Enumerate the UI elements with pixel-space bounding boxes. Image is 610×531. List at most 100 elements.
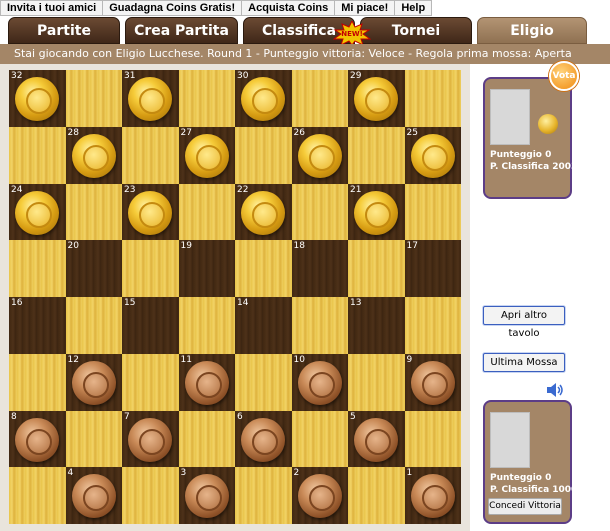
- square-number: 13: [350, 298, 362, 308]
- gold-checker-piece[interactable]: [410, 133, 455, 178]
- board-square-playable[interactable]: 15: [122, 297, 179, 354]
- board-square-playable[interactable]: 11: [178, 353, 235, 411]
- gold-checker-piece[interactable]: [128, 190, 172, 235]
- brown-checker-piece[interactable]: [354, 417, 398, 462]
- gold-checker-piece[interactable]: [15, 77, 59, 121]
- board-square-playable[interactable]: 2: [291, 467, 348, 524]
- square-number: 8: [11, 411, 17, 422]
- board-square: [9, 353, 66, 411]
- square-number: 2: [293, 468, 300, 479]
- last-move-button[interactable]: Ultima Mossa: [483, 353, 565, 372]
- square-number: 10: [293, 354, 305, 365]
- board-square: [404, 410, 461, 468]
- board-square: [122, 240, 179, 297]
- board-square: [65, 297, 122, 354]
- gold-checker-piece[interactable]: [184, 133, 229, 178]
- board-square-playable[interactable]: 32: [9, 70, 66, 127]
- board-square-playable[interactable]: 13: [348, 297, 405, 354]
- gold-checker-piece[interactable]: [71, 133, 116, 178]
- brown-checker-piece[interactable]: [241, 417, 285, 462]
- board-square-playable[interactable]: 9: [404, 353, 461, 411]
- board-square-playable[interactable]: 6: [235, 410, 292, 468]
- board-square: [122, 353, 179, 411]
- board-square-playable[interactable]: 18: [291, 240, 348, 297]
- help-link[interactable]: Help: [395, 0, 433, 16]
- tab-user[interactable]: Eligio: [477, 17, 587, 44]
- gold-checker-piece[interactable]: [297, 133, 342, 178]
- buy-coins-link[interactable]: Acquista Coins: [242, 0, 336, 16]
- board-square: [9, 240, 66, 297]
- square-number: 4: [67, 468, 74, 479]
- board-square-playable[interactable]: 28: [65, 126, 122, 184]
- board-square-playable[interactable]: 4: [65, 467, 122, 524]
- board-square-playable[interactable]: 16: [9, 297, 66, 354]
- square-number: 7: [124, 411, 130, 422]
- brown-checker-piece[interactable]: [71, 360, 116, 405]
- brown-checker-piece[interactable]: [184, 474, 229, 519]
- board-square-playable[interactable]: 14: [235, 297, 292, 354]
- square-number: 31: [124, 71, 136, 81]
- square-number: 27: [180, 127, 192, 138]
- board-square-playable[interactable]: 20: [65, 240, 122, 297]
- opponent-score: Punteggio 0: [490, 150, 552, 160]
- board-square: [404, 183, 461, 241]
- board-square-playable[interactable]: 21: [348, 183, 405, 241]
- gold-checker-piece[interactable]: [241, 190, 285, 235]
- board-square-playable[interactable]: 24: [9, 183, 66, 241]
- brown-checker-piece[interactable]: [297, 474, 342, 519]
- earn-coins-link[interactable]: Guadagna Coins Gratis!: [103, 0, 243, 16]
- brown-checker-piece[interactable]: [71, 474, 116, 519]
- board-square-playable[interactable]: 5: [348, 410, 405, 468]
- square-number: 30: [237, 71, 249, 81]
- checkers-board[interactable]: 32 31 30 29 28 27 26 25 24 23 22 21 20 19 18 17 16 15 14 13…: [9, 70, 461, 524]
- brown-checker-piece[interactable]: [410, 360, 455, 405]
- my-rank: P. Classifica 1000: [490, 485, 578, 495]
- concede-victory-button[interactable]: Concedi Vittoria: [488, 498, 562, 515]
- board-square-playable[interactable]: 10: [291, 353, 348, 411]
- board-square: [122, 467, 179, 524]
- board-square-playable[interactable]: 3: [178, 467, 235, 524]
- tab-tornei[interactable]: Tornei: [360, 17, 472, 44]
- board-square-playable[interactable]: 25: [404, 126, 461, 184]
- brown-checker-piece[interactable]: [410, 474, 455, 519]
- square-number: 5: [350, 411, 356, 422]
- brown-checker-piece[interactable]: [15, 417, 59, 462]
- board-square-playable[interactable]: 7: [122, 410, 179, 468]
- board-square-playable[interactable]: 1: [404, 467, 461, 524]
- brown-checker-piece[interactable]: [184, 360, 229, 405]
- like-link[interactable]: Mi piace!: [335, 0, 396, 16]
- open-other-table-button[interactable]: Apri altro tavolo: [483, 306, 565, 339]
- brown-checker-piece[interactable]: [128, 417, 172, 462]
- board-square: [291, 70, 348, 127]
- square-number: 9: [406, 354, 413, 365]
- board-square-playable[interactable]: 17: [404, 240, 461, 297]
- board-square-playable[interactable]: 30: [235, 70, 292, 127]
- tab-crea-partita[interactable]: Crea Partita: [125, 17, 238, 44]
- tab-partite[interactable]: Partite: [8, 17, 120, 44]
- gold-checker-piece[interactable]: [241, 77, 285, 121]
- board-square-playable[interactable]: 31: [122, 70, 179, 127]
- vote-button[interactable]: Vota: [549, 61, 579, 91]
- board-square-playable[interactable]: 29: [348, 70, 405, 127]
- speaker-icon[interactable]: [546, 382, 564, 398]
- gold-checker-piece[interactable]: [354, 190, 398, 235]
- board-square-playable[interactable]: 8: [9, 410, 66, 468]
- board-square-playable[interactable]: 23: [122, 183, 179, 241]
- invite-friends-link[interactable]: Invita i tuoi amici: [0, 0, 104, 16]
- square-number: 19: [180, 241, 192, 252]
- gold-checker-piece[interactable]: [354, 77, 398, 121]
- gold-checker-piece[interactable]: [128, 77, 172, 121]
- gold-checker-piece[interactable]: [15, 190, 59, 235]
- board-square: [235, 353, 292, 411]
- board-square-playable[interactable]: 26: [291, 126, 348, 184]
- board-square-playable[interactable]: 27: [178, 126, 235, 184]
- board-square-playable[interactable]: 12: [65, 353, 122, 411]
- brown-checker-piece[interactable]: [297, 360, 342, 405]
- square-number: 18: [293, 241, 305, 252]
- board-square-playable[interactable]: 19: [178, 240, 235, 297]
- board-square: [235, 126, 292, 184]
- square-number: 23: [124, 184, 136, 195]
- board-square: [65, 70, 122, 127]
- board-square-playable[interactable]: 22: [235, 183, 292, 241]
- my-avatar: [490, 412, 530, 468]
